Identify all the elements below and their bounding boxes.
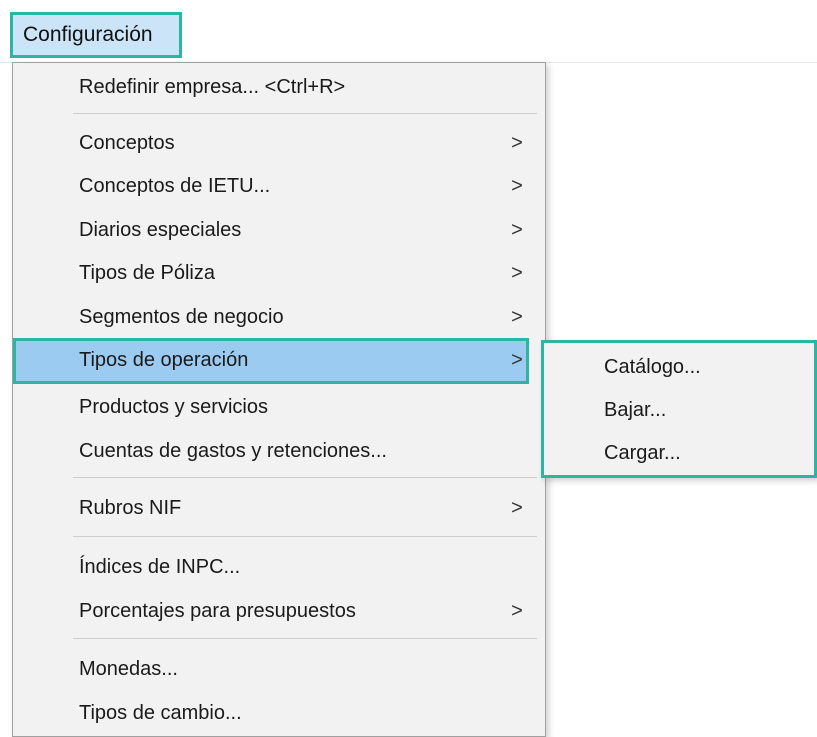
menu-item-tipos-de-poliza[interactable]: Tipos de Póliza > [13, 251, 545, 295]
menu-separator [73, 638, 537, 639]
menu-item-tipos-de-cambio[interactable]: Tipos de cambio... [13, 691, 545, 735]
menu-item-label: Conceptos de IETU... [79, 175, 271, 197]
menu-item-label: Tipos de Póliza [79, 262, 215, 284]
menu-item-cuentas-de-gastos[interactable]: Cuentas de gastos y retenciones... [13, 429, 545, 473]
menu-item-porcentajes-presupuestos[interactable]: Porcentajes para presupuestos > [13, 589, 545, 633]
menu-bar: Configuración [0, 0, 817, 63]
chevron-right-icon: > [511, 219, 523, 241]
menu-item-label: Porcentajes para presupuestos [79, 600, 356, 622]
chevron-right-icon: > [511, 349, 523, 371]
submenu-item-cargar[interactable]: Cargar... [544, 431, 814, 475]
chevron-right-icon: > [511, 132, 523, 154]
menu-item-label: Productos y servicios [79, 396, 268, 418]
menu-separator [73, 113, 537, 114]
tipos-de-operacion-submenu: Catálogo... Bajar... Cargar... [541, 340, 817, 478]
menu-item-label: Cuentas de gastos y retenciones... [79, 440, 387, 462]
menu-item-redefinir-empresa[interactable]: Redefinir empresa... <Ctrl+R> [13, 65, 545, 109]
submenu-item-label: Cargar... [604, 442, 681, 464]
chevron-right-icon: > [511, 600, 523, 622]
menu-item-label: Monedas... [79, 658, 178, 680]
configuracion-dropdown-menu: Redefinir empresa... <Ctrl+R> Conceptos … [12, 62, 546, 737]
menu-item-indices-inpc[interactable]: Índices de INPC... [13, 545, 545, 589]
chevron-right-icon: > [511, 306, 523, 328]
menu-item-monedas[interactable]: Monedas... [13, 647, 545, 691]
chevron-right-icon: > [511, 262, 523, 284]
menu-item-conceptos[interactable]: Conceptos > [13, 121, 545, 165]
menu-item-label: Segmentos de negocio [79, 306, 284, 328]
menu-item-tipos-de-operacion[interactable]: Tipos de operación > [13, 338, 529, 384]
menu-item-label: Tipos de cambio... [79, 702, 242, 724]
menu-item-label: Conceptos [79, 132, 175, 154]
menu-item-label: Índices de INPC... [79, 556, 241, 578]
submenu-item-label: Bajar... [604, 399, 667, 421]
menu-item-productos-y-servicios[interactable]: Productos y servicios [13, 385, 545, 429]
menu-item-diarios-especiales[interactable]: Diarios especiales > [13, 208, 545, 252]
menu-item-label: Diarios especiales [79, 219, 242, 241]
menu-item-label: Redefinir empresa... <Ctrl+R> [79, 76, 346, 98]
submenu-item-bajar[interactable]: Bajar... [544, 388, 814, 432]
menu-separator [73, 536, 537, 537]
menu-item-label: Rubros NIF [79, 497, 182, 519]
chevron-right-icon: > [511, 497, 523, 519]
menu-item-rubros-nif[interactable]: Rubros NIF > [13, 486, 545, 530]
menu-item-segmentos-de-negocio[interactable]: Segmentos de negocio > [13, 295, 545, 339]
submenu-item-catalogo[interactable]: Catálogo... [544, 345, 814, 389]
chevron-right-icon: > [511, 175, 523, 197]
menu-configuracion[interactable]: Configuración [10, 12, 182, 58]
menu-separator [73, 477, 537, 478]
submenu-item-label: Catálogo... [604, 356, 701, 378]
menu-item-conceptos-ietu[interactable]: Conceptos de IETU... > [13, 164, 545, 208]
menu-item-label: Tipos de operación [79, 349, 249, 371]
